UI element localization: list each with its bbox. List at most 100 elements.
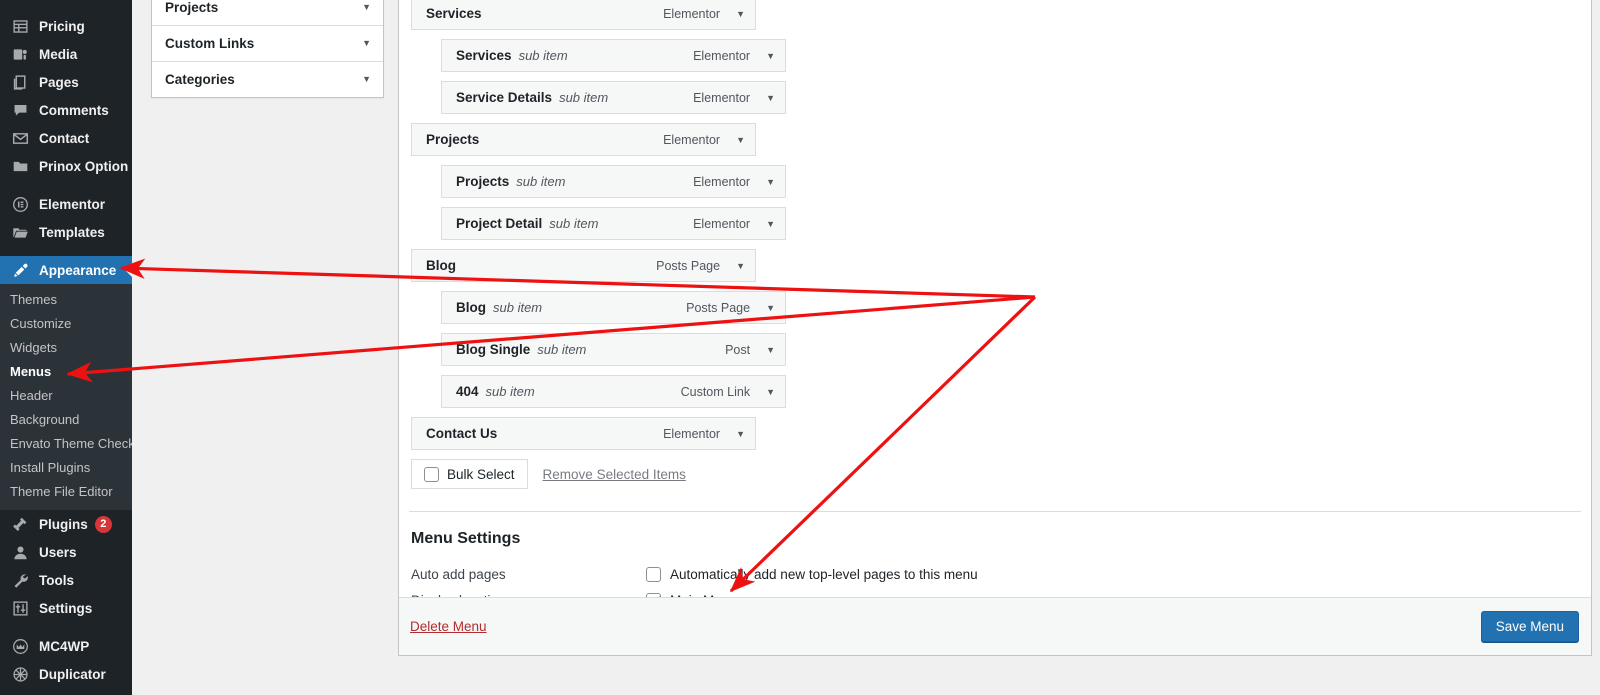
chevron-down-icon[interactable]: ▼ — [736, 429, 745, 439]
sidebar-item-contact[interactable]: Contact — [0, 124, 132, 152]
sidebar-item-label: Templates — [39, 224, 105, 240]
wrench-icon — [10, 570, 30, 590]
chevron-down-icon[interactable]: ▼ — [736, 9, 745, 19]
media-icon — [10, 44, 30, 64]
menu-item-sub-label: sub item — [537, 342, 587, 357]
pages-icon — [10, 72, 30, 92]
bulk-select-checkbox[interactable] — [424, 466, 439, 482]
menu-item-row[interactable]: Blog Single sub item Post ▼ — [441, 333, 786, 366]
sidebar-item-duplicator[interactable]: Duplicator — [0, 660, 132, 688]
sidebar-item-comments[interactable]: Comments — [0, 96, 132, 124]
bulk-select-row: Bulk Select Remove Selected Items — [411, 459, 1591, 489]
accordion-row-custom-links[interactable]: Custom Links ▼ — [152, 25, 383, 61]
comments-icon — [10, 100, 30, 120]
sidebar-item-mc4wp[interactable]: MC4WP — [0, 632, 132, 660]
table-icon — [10, 16, 30, 36]
submenu-item-customize[interactable]: Customize — [0, 312, 132, 336]
accordion-row-label: Categories — [165, 72, 235, 87]
menu-item-type: Elementor — [663, 426, 721, 441]
menu-item-row[interactable]: Blog sub item Posts Page ▼ — [441, 291, 786, 324]
menu-item-row[interactable]: Contact Us Elementor ▼ — [411, 417, 756, 450]
menu-item-meta: Custom Link ▼ — [681, 385, 775, 399]
menu-item-row[interactable]: Services Elementor ▼ — [411, 0, 756, 30]
chevron-down-icon[interactable]: ▼ — [766, 93, 775, 103]
sidebar-item-plugins[interactable]: Plugins 2 — [0, 510, 132, 538]
sidebar-item-label: Settings — [39, 600, 93, 616]
remove-selected-items-link[interactable]: Remove Selected Items — [543, 467, 686, 482]
auto-add-pages-option[interactable]: Automatically add new top-level pages to… — [646, 566, 978, 582]
chevron-down-icon[interactable]: ▼ — [362, 39, 371, 48]
sidebar-item-label: Pricing — [39, 18, 85, 34]
menu-item-title: Projects — [456, 174, 510, 189]
sidebar-item-tools[interactable]: Tools — [0, 566, 132, 594]
submenu-item-header[interactable]: Header — [0, 384, 132, 408]
submenu-item-themes[interactable]: Themes — [0, 288, 132, 312]
sidebar-item-label: Contact — [39, 130, 90, 146]
sidebar-item-templates[interactable]: Templates — [0, 218, 132, 246]
sidebar-item-prinox-option[interactable]: Prinox Option — [0, 152, 132, 180]
menu-item-title: Services — [426, 6, 482, 21]
sidebar-item-label: Prinox Option — [39, 158, 129, 174]
chevron-down-icon[interactable]: ▼ — [766, 303, 775, 313]
menu-item-row[interactable]: Services sub item Elementor ▼ — [441, 39, 786, 72]
menu-item-row[interactable]: Projects Elementor ▼ — [411, 123, 756, 156]
duplicator-icon — [10, 664, 30, 684]
chevron-down-icon[interactable]: ▼ — [766, 345, 775, 355]
sidebar-separator — [0, 622, 132, 632]
accordion-row-projects[interactable]: Projects ▼ — [152, 0, 383, 25]
menu-item-title: Service Details — [456, 90, 553, 105]
chevron-down-icon[interactable]: ▼ — [766, 387, 775, 397]
sidebar-nav-top: Pricing Media Pages Comments Contact Prinox O… — [0, 0, 132, 284]
sidebar-item-pricing[interactable]: Pricing — [0, 12, 132, 40]
chevron-down-icon[interactable]: ▼ — [736, 261, 745, 271]
menu-item-sub-label: sub item — [516, 174, 566, 189]
sidebar-item-appearance[interactable]: Appearance — [0, 256, 132, 284]
chevron-down-icon[interactable]: ▼ — [362, 75, 371, 84]
submenu-item-envato-theme-check[interactable]: Envato Theme Check — [0, 432, 132, 456]
menu-items-list: Services Elementor ▼ Services sub item Elemen… — [399, 0, 1591, 450]
accordion-row-label: Projects — [165, 0, 219, 15]
chevron-down-icon[interactable]: ▼ — [362, 2, 371, 12]
submenu-item-background[interactable]: Background — [0, 408, 132, 432]
submenu-item-theme-file-editor[interactable]: Theme File Editor — [0, 480, 132, 504]
sidebar-item-elementor[interactable]: Elementor — [0, 190, 132, 218]
envelope-icon — [10, 128, 30, 148]
menu-item-type: Elementor — [693, 48, 751, 63]
submenu-item-widgets[interactable]: Widgets — [0, 336, 132, 360]
submenu-item-menus[interactable]: Menus — [0, 360, 132, 384]
menu-item-type: Posts Page — [686, 300, 751, 315]
chevron-down-icon[interactable]: ▼ — [766, 177, 775, 187]
menu-item-row[interactable]: Blog Posts Page ▼ — [411, 249, 756, 282]
menu-item-type: Posts Page — [656, 258, 721, 273]
chevron-down-icon[interactable]: ▼ — [766, 219, 775, 229]
sidebar-item-users[interactable]: Users — [0, 538, 132, 566]
menu-item-meta: Elementor ▼ — [663, 133, 745, 147]
save-menu-button[interactable]: Save Menu — [1480, 611, 1579, 642]
sidebar-separator — [0, 180, 132, 190]
menu-item-row[interactable]: Projects sub item Elementor ▼ — [441, 165, 786, 198]
add-menu-items-accordion: Projects ▼ Custom Links ▼ Categories ▼ — [151, 0, 384, 98]
accordion-row-categories[interactable]: Categories ▼ — [152, 61, 383, 97]
menu-item-meta: Posts Page ▼ — [656, 259, 745, 273]
chevron-down-icon[interactable]: ▼ — [736, 135, 745, 145]
auto-add-pages-checkbox[interactable] — [646, 566, 661, 582]
sidebar-item-label: Plugins — [39, 516, 88, 532]
menu-item-sub-label: sub item — [485, 384, 535, 399]
menu-item-row[interactable]: Service Details sub item Elementor ▼ — [441, 81, 786, 114]
sidebar-item-media[interactable]: Media — [0, 40, 132, 68]
menu-item-type: Elementor — [663, 6, 721, 21]
menu-item-title: 404 — [456, 384, 479, 399]
menu-item-meta: Elementor ▼ — [693, 91, 775, 105]
bulk-select-toggle[interactable]: Bulk Select — [411, 459, 528, 489]
sidebar-item-pages[interactable]: Pages — [0, 68, 132, 96]
bulk-select-label: Bulk Select — [447, 466, 515, 482]
menu-item-row[interactable]: 404 sub item Custom Link ▼ — [441, 375, 786, 408]
plug-icon — [10, 514, 30, 534]
delete-menu-link[interactable]: Delete Menu — [410, 619, 487, 634]
chevron-down-icon[interactable]: ▼ — [766, 51, 775, 61]
sidebar-item-settings[interactable]: Settings — [0, 594, 132, 622]
submenu-item-install-plugins[interactable]: Install Plugins — [0, 456, 132, 480]
menu-item-row[interactable]: Project Detail sub item Elementor ▼ — [441, 207, 786, 240]
menu-actions-footer: Delete Menu Save Menu — [399, 597, 1591, 655]
menu-item-type: Elementor — [663, 132, 721, 147]
